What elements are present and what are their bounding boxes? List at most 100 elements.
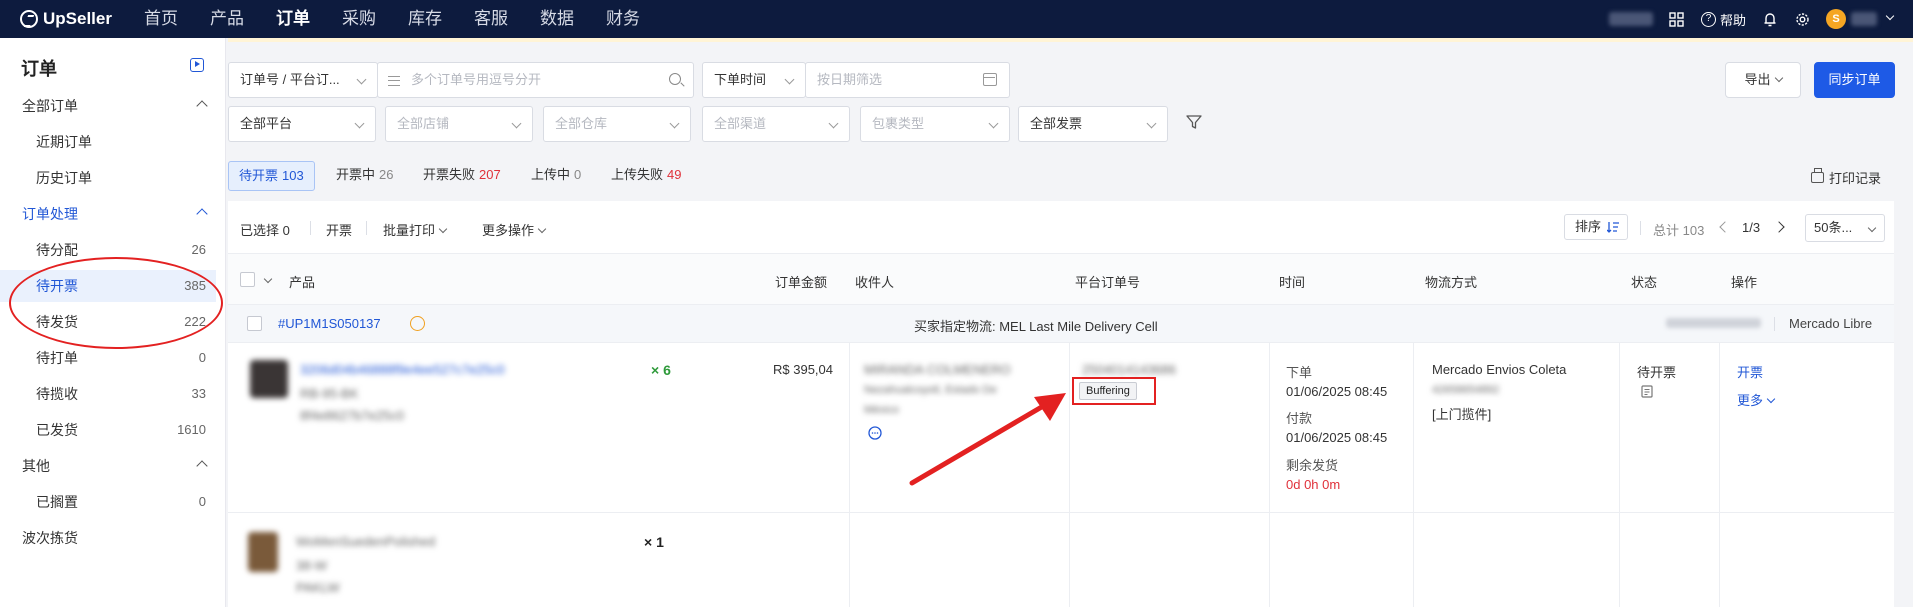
order-search-input[interactable]: 多个订单号用逗号分开 (377, 62, 694, 98)
sync-orders-button[interactable]: 同步订单 (1814, 62, 1895, 98)
nav-products[interactable]: 产品 (194, 0, 260, 38)
sidebar-item-recent-orders[interactable]: 近期订单 (0, 126, 216, 158)
brand-logo[interactable]: UpSeller (0, 9, 128, 29)
more-actions-menu[interactable]: 更多操作 (482, 220, 547, 239)
divider (849, 343, 850, 607)
sidebar-item-count: 33 (191, 386, 206, 401)
notice-strip (228, 38, 1913, 42)
shop-select[interactable]: 全部店铺 (385, 106, 533, 142)
package-type-select[interactable]: 包裹类型 (860, 106, 1010, 142)
nav-data[interactable]: 数据 (524, 0, 590, 38)
nav-finance[interactable]: 财务 (590, 0, 656, 38)
tab-uploading[interactable]: 上传中 0 (531, 161, 581, 191)
divider (310, 221, 311, 235)
divider (1774, 317, 1775, 331)
prev-page-icon[interactable] (1719, 221, 1731, 233)
nav-orders[interactable]: 订单 (260, 0, 326, 38)
sidebar-item-wave-picking[interactable]: 波次拣货 (0, 522, 216, 554)
invoice-action-link[interactable]: 开票 (1737, 362, 1763, 381)
chevron-down-icon (784, 74, 795, 85)
redacted-tracking-no: 42658654892 (1432, 384, 1500, 396)
order-type-select[interactable]: 订单号 / 平台订... (228, 62, 378, 98)
more-actions-link[interactable]: 更多 (1737, 390, 1776, 409)
apps-grid-icon[interactable] (1669, 11, 1685, 27)
product-thumbnail[interactable] (248, 532, 278, 572)
time-type-value: 下单时间 (714, 72, 767, 87)
user-menu[interactable]: S (1826, 9, 1895, 29)
buffering-highlight: Buffering (1072, 377, 1156, 405)
logistics-pickup: [上门揽件] (1432, 407, 1492, 422)
nav-purchase[interactable]: 采购 (326, 0, 392, 38)
tab-label: 上传中 (531, 167, 571, 182)
date-filter-input[interactable]: 按日期筛选 (805, 62, 1010, 98)
sidebar-item-shipped[interactable]: 已发货 1610 (0, 414, 216, 446)
sidebar-item-count: 0 (198, 494, 206, 509)
nav-home[interactable]: 首页 (128, 0, 194, 38)
warehouse-select[interactable]: 全部仓库 (543, 106, 691, 142)
sidebar-item-history-orders[interactable]: 历史订单 (0, 162, 216, 194)
tab-invoicing[interactable]: 开票中 26 (336, 161, 393, 191)
product-thumbnail[interactable] (250, 360, 288, 398)
invoice-action[interactable]: 开票 (326, 220, 352, 239)
order-checkbox[interactable] (247, 316, 262, 331)
order-number-link[interactable]: #UP1M1S050137 (278, 316, 381, 331)
sidebar-item-label: 波次拣货 (22, 530, 78, 546)
chevron-down-icon (1146, 118, 1157, 129)
redacted-product-title[interactable]: WoMenSuedenPolished (296, 534, 435, 549)
chevron-down-icon[interactable] (263, 274, 273, 284)
redacted-shop-selector[interactable] (1608, 12, 1653, 26)
time-type-select[interactable]: 下单时间 (702, 62, 806, 98)
upseller-logo-icon (20, 10, 38, 28)
chevron-up-icon (196, 100, 208, 112)
tab-invoice-failed[interactable]: 开票失败 207 (423, 161, 501, 191)
printer-icon (1811, 168, 1824, 183)
col-actions: 操作 (1731, 275, 1758, 290)
sort-label: 排序 (1575, 219, 1602, 234)
sync-label: 同步订单 (1828, 72, 1881, 87)
tab-count: 0 (574, 167, 582, 182)
select-all-checkbox[interactable] (240, 272, 255, 287)
export-button[interactable]: 导出 (1725, 62, 1801, 98)
sidebar-group-order-processing[interactable]: 订单处理 (0, 198, 216, 230)
print-log-link[interactable]: 打印记录 (1811, 168, 1881, 187)
remaining-value: 0d 0h 0m (1286, 477, 1341, 492)
invoice-value: 全部发票 (1030, 116, 1083, 131)
divider (1719, 343, 1720, 607)
bell-icon[interactable] (1762, 11, 1778, 27)
invoice-doc-icon[interactable] (1641, 385, 1653, 398)
nav-inventory[interactable]: 库存 (392, 0, 458, 38)
tab-to-invoice[interactable]: 待开票 103 (228, 161, 315, 191)
help-link[interactable]: ? 帮助 (1700, 10, 1746, 29)
redacted-sku: 38-W (296, 558, 328, 573)
table-header: 产品 订单金额 收件人 平台订单号 时间 物流方式 状态 操作 (228, 254, 1894, 305)
redacted-product-title[interactable]: 3206d04b46888f9e4ee527c7e25c0 (300, 362, 505, 377)
batch-print-label: 批量打印 (383, 223, 436, 238)
search-icon[interactable] (669, 73, 681, 85)
platform-select[interactable]: 全部平台 (228, 106, 376, 142)
order-type-value: 订单号 / 平台订... (240, 72, 340, 87)
order-search-placeholder: 多个订单号用逗号分开 (411, 72, 542, 87)
chevron-down-icon (828, 118, 839, 129)
sidebar-item-on-hold[interactable]: 已搁置 0 (0, 486, 216, 518)
batch-print-menu[interactable]: 批量打印 (383, 220, 448, 239)
gear-icon[interactable] (1794, 11, 1810, 27)
tab-upload-failed[interactable]: 上传失败 49 (611, 161, 681, 191)
sort-button[interactable]: 排序 (1564, 214, 1628, 240)
divider (366, 221, 367, 235)
sidebar-item-to-pickup[interactable]: 待揽收 33 (0, 378, 216, 410)
print-log-label: 打印记录 (1829, 171, 1882, 186)
channel-select[interactable]: 全部渠道 (702, 106, 850, 142)
sidebar-item-count: 26 (191, 242, 206, 257)
chevron-down-icon (988, 118, 999, 129)
date-filter-placeholder: 按日期筛选 (817, 72, 883, 87)
sidebar-group-other[interactable]: 其他 (0, 450, 216, 482)
next-page-icon[interactable] (1773, 221, 1785, 233)
per-page-select[interactable]: 50条... (1805, 214, 1885, 242)
platform-value: 全部平台 (240, 116, 293, 131)
chat-bubble-icon[interactable] (868, 426, 882, 440)
sidebar-group-all-orders[interactable]: 全部订单 (0, 90, 216, 122)
invoice-select[interactable]: 全部发票 (1018, 106, 1168, 142)
filter-funnel-icon[interactable] (1186, 114, 1202, 130)
collapse-sidebar-icon[interactable] (190, 58, 204, 72)
nav-customer-service[interactable]: 客服 (458, 0, 524, 38)
